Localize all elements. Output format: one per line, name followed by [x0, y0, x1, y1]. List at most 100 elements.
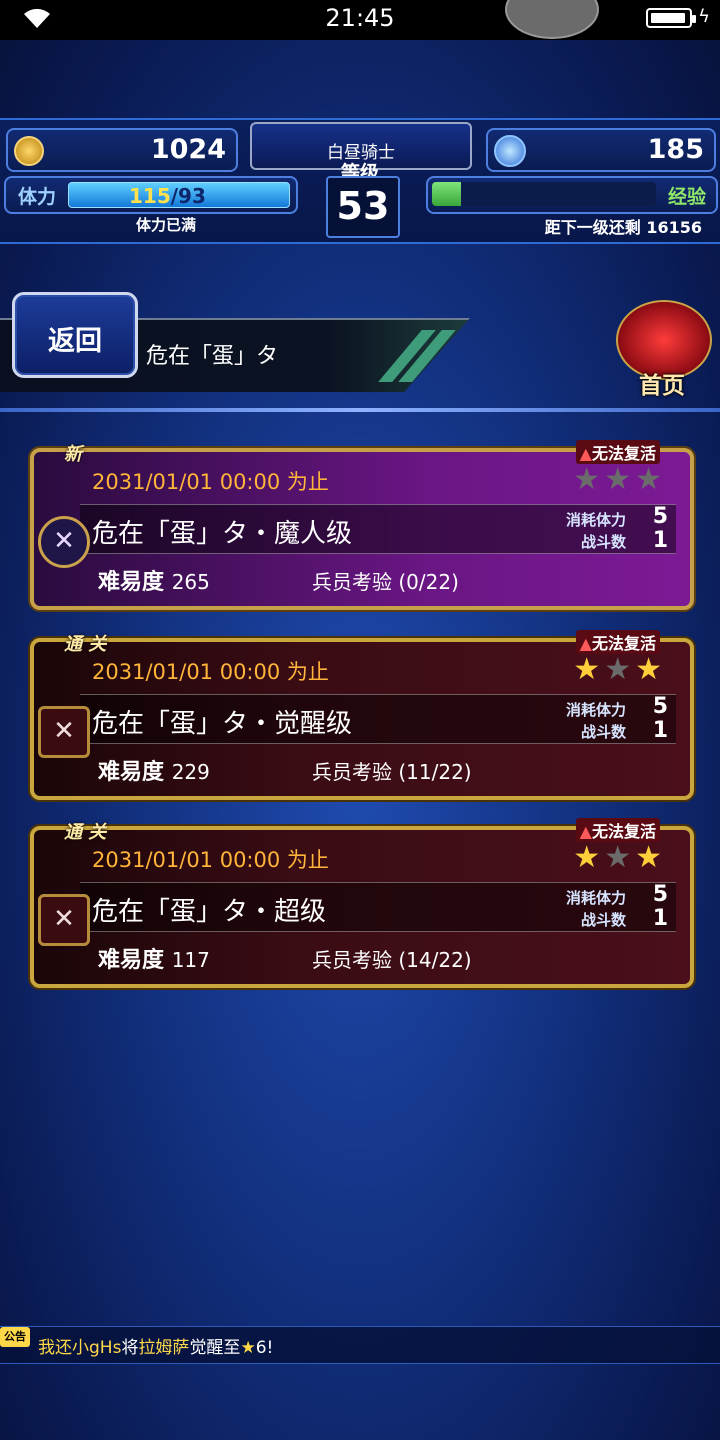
- stamina-cost: 5: [652, 882, 668, 907]
- difficulty-label: 难易度: [98, 760, 165, 785]
- star-filled-icon: ★: [635, 652, 666, 687]
- gem-panel[interactable]: 185: [486, 128, 716, 172]
- star-empty-icon: ★: [604, 840, 636, 875]
- exp-panel: 经验: [426, 176, 718, 214]
- stamina-cost: 5: [652, 694, 668, 719]
- quest-name: 危在「蛋」タ・魔人级: [92, 519, 353, 549]
- difficulty: 难易度 117: [98, 942, 210, 974]
- exp-remaining: 距下一级还剩 16156: [544, 218, 702, 237]
- difficulty: 难易度 229: [98, 754, 210, 786]
- no-revive-label: 无法复活: [591, 822, 656, 841]
- mascot-avatar: [505, 0, 599, 39]
- crossed-swords-icon: ✕: [38, 706, 90, 758]
- quest-card[interactable]: 通 关 ▲无法复活 2031/01/01 00:00 为止 ★★★ 危在「蛋」タ・觉醒级…: [30, 630, 694, 800]
- quest-card[interactable]: 通 关 ▲无法复活 2031/01/01 00:00 为止 ★★★ 危在「蛋」タ・超级消…: [30, 818, 694, 988]
- level-box: 53: [326, 176, 400, 238]
- stamina-cost-label: 消耗体力: [565, 889, 626, 907]
- ticker-star-icon: ★: [240, 1338, 256, 1358]
- ticker-unit: 拉姆萨: [138, 1338, 190, 1358]
- unit-trial-progress: 兵员考验 (0/22): [312, 570, 459, 594]
- battery-icon: [646, 8, 696, 28]
- level-value: 53: [336, 184, 390, 228]
- quest-card[interactable]: 新 ▲无法复活 2031/01/01 00:00 为止 ★★★ 危在「蛋」タ・魔人级 消耗…: [30, 440, 694, 610]
- back-button[interactable]: 返回: [12, 292, 138, 378]
- unit-trial-progress: 兵员考验 (14/22): [312, 948, 472, 972]
- cost-labels: 消耗体力 战斗数: [566, 699, 626, 743]
- stamina-current: 115: [129, 184, 171, 208]
- lapis-gem-icon: [494, 135, 526, 167]
- difficulty-value: 229: [171, 760, 210, 784]
- cost-values: 51: [653, 505, 668, 553]
- stamina-cost: 5: [652, 504, 668, 529]
- exp-bar: [432, 182, 656, 206]
- gil-panel[interactable]: 1024: [6, 128, 238, 172]
- cost-labels: 消耗体力 战斗数: [566, 509, 626, 553]
- charging-icon: ϟ: [698, 6, 710, 27]
- battle-count: 1: [652, 718, 668, 743]
- no-revive-warning: ▲无法复活: [575, 440, 660, 464]
- gem-amount: 185: [647, 134, 704, 165]
- stamina-note: 体力已满: [136, 216, 197, 234]
- star-filled-icon: ★: [573, 840, 605, 875]
- warning-icon: ▲: [579, 444, 592, 463]
- home-button-label: 首页: [639, 373, 685, 399]
- crossed-swords-icon: ✕: [38, 894, 90, 946]
- back-button-label: 返回: [48, 326, 102, 357]
- quest-status-tag: 通 关: [64, 822, 107, 843]
- stamina-panel[interactable]: 体力 115/93: [4, 176, 298, 214]
- mission-stars: ★★★: [573, 652, 666, 687]
- gil-coin-icon: [14, 136, 44, 166]
- home-button[interactable]: 首页: [610, 300, 714, 399]
- cost-values: 51: [653, 883, 668, 931]
- mission-stars: ★★★: [573, 840, 666, 875]
- stamina-bar: 115/93: [68, 182, 290, 208]
- quest-name-row: 危在「蛋」タ・魔人级 消耗体力 战斗数 5 1: [80, 504, 676, 554]
- star-filled-icon: ★: [635, 840, 666, 875]
- star-empty-icon: ★: [604, 652, 636, 687]
- stamina-max: /93: [170, 184, 206, 208]
- no-revive-warning: ▲无法复活: [575, 818, 660, 842]
- warning-icon: ▲: [579, 634, 592, 653]
- status-time: 21:45: [325, 4, 395, 32]
- quest-name: 危在「蛋」タ・觉醒级: [92, 709, 353, 739]
- announcement-badge: 公告: [0, 1327, 30, 1347]
- difficulty-label: 难易度: [98, 948, 165, 973]
- ticker-verb: 将: [121, 1338, 139, 1358]
- battles-label: 战斗数: [580, 911, 626, 929]
- difficulty-value: 117: [171, 948, 210, 972]
- difficulty: 难易度 265: [98, 564, 210, 596]
- no-revive-label: 无法复活: [591, 634, 656, 653]
- battle-count: 1: [652, 528, 668, 553]
- ticker-verb2: 觉醒至: [189, 1338, 241, 1358]
- battle-count: 1: [652, 906, 668, 931]
- quest-name-row: 危在「蛋」タ・觉醒级 消耗体力 战斗数 5 1: [80, 694, 676, 744]
- quest-name-row: 危在「蛋」タ・超级 消耗体力战斗数 5 1: [80, 882, 676, 932]
- news-ticker[interactable]: 公告 我还小gHs将拉姆萨觉醒至★6!: [0, 1326, 720, 1364]
- star-empty-icon: ★: [604, 462, 636, 497]
- star-filled-icon: ★: [573, 652, 605, 687]
- difficulty-value: 265: [171, 570, 210, 594]
- quest-deadline: 2031/01/01 00:00 为止: [92, 848, 329, 872]
- quest-deadline: 2031/01/01 00:00 为止: [92, 470, 329, 494]
- header-divider: [0, 408, 720, 412]
- no-revive-label: 无法复活: [591, 444, 656, 463]
- difficulty-label: 难易度: [98, 570, 165, 595]
- exp-label: 经验: [667, 186, 706, 208]
- ticker-message: 我还小gHs将拉姆萨觉醒至★6!: [38, 1333, 273, 1358]
- mission-stars: ★★★: [573, 462, 666, 497]
- status-bar: 21:45 ϟ: [0, 0, 720, 40]
- cost-values: 51: [653, 695, 668, 743]
- unit-trial-progress: 兵员考验 (11/22): [312, 760, 472, 784]
- stamina-value: 115/93: [129, 184, 206, 208]
- no-revive-warning: ▲无法复活: [575, 630, 660, 654]
- stamina-cost-label: 消耗体力: [565, 701, 626, 719]
- star-empty-icon: ★: [573, 462, 605, 497]
- crossed-swords-icon: ✕: [38, 516, 90, 568]
- warning-icon: ▲: [579, 822, 592, 841]
- quest-deadline: 2031/01/01 00:00 为止: [92, 660, 329, 684]
- exp-bar-fill: [432, 182, 462, 206]
- star-empty-icon: ★: [635, 462, 666, 497]
- quest-status-tag: 新: [64, 444, 82, 465]
- quest-name: 危在「蛋」タ・超级: [92, 897, 327, 927]
- battles-label: 战斗数: [580, 533, 626, 551]
